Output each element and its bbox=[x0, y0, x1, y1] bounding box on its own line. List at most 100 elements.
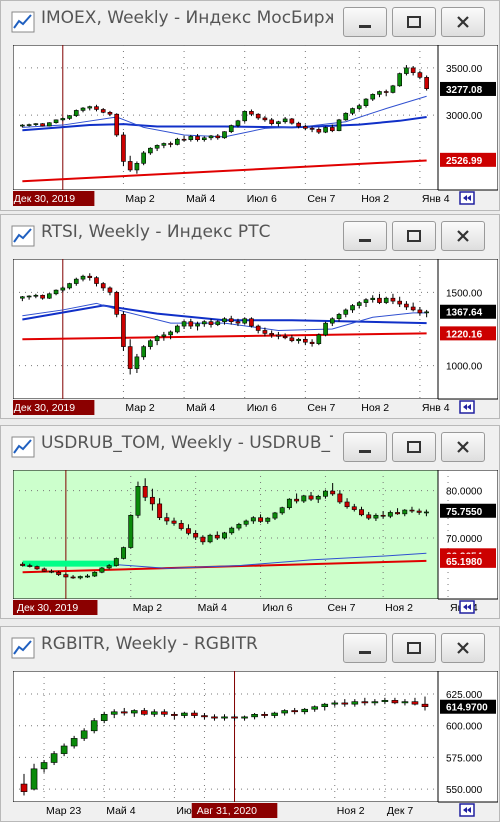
candle-body bbox=[100, 283, 106, 289]
y-tick-label: 625.000 bbox=[446, 690, 483, 701]
minimize-button[interactable] bbox=[343, 432, 387, 462]
title-bar[interactable]: USDRUB_TOM, Weekly - USDRUB_TOM bbox=[1, 426, 499, 466]
candle-body bbox=[350, 108, 355, 114]
candle-body bbox=[215, 321, 221, 325]
candle-body bbox=[20, 124, 25, 127]
scroll-to-end-button[interactable] bbox=[459, 191, 475, 205]
scroll-to-end-button[interactable] bbox=[459, 600, 475, 614]
candle-body bbox=[161, 711, 168, 715]
candle-body bbox=[168, 143, 173, 145]
candle-body bbox=[330, 490, 336, 495]
chart-line-icon bbox=[11, 436, 35, 458]
candle-body bbox=[296, 338, 301, 342]
candle-body bbox=[296, 122, 301, 127]
scroll-to-end-button[interactable] bbox=[459, 400, 475, 414]
candle-body bbox=[201, 137, 207, 141]
x-tick-label: Июл 6 bbox=[247, 402, 277, 414]
candle-body bbox=[303, 126, 308, 129]
candle-body bbox=[161, 334, 167, 337]
candle-body bbox=[60, 287, 66, 291]
candle-body bbox=[371, 701, 379, 704]
candle-body bbox=[401, 701, 409, 704]
window-title: RTSI, Weekly - Индекс РТС bbox=[41, 222, 271, 242]
candle-body bbox=[188, 136, 194, 141]
candle-body bbox=[370, 297, 376, 300]
candle-body bbox=[60, 745, 68, 754]
candle-body bbox=[164, 517, 170, 522]
candle-body bbox=[258, 517, 264, 522]
candle-body bbox=[242, 318, 248, 324]
candle-body bbox=[53, 289, 59, 295]
candle-body bbox=[130, 710, 138, 714]
price-badge-label: 1220.16 bbox=[446, 329, 483, 340]
x-tick-label: Дек 7 bbox=[387, 805, 413, 817]
candle-body bbox=[195, 323, 200, 327]
chart-area[interactable]: 625.000 600.000 575.000 550.000 Мар 23 Май 4И… bbox=[12, 670, 499, 818]
candle-body bbox=[121, 314, 126, 347]
chart-line-icon bbox=[11, 11, 35, 33]
maximize-button[interactable] bbox=[392, 7, 436, 37]
maximize-button[interactable] bbox=[392, 221, 436, 251]
candle-body bbox=[60, 118, 66, 121]
candle-body bbox=[207, 534, 213, 543]
candle-body bbox=[363, 299, 369, 303]
candle-body bbox=[222, 131, 227, 139]
candle-body bbox=[195, 136, 200, 141]
candle-body bbox=[286, 498, 292, 508]
chart-window-imoex[interactable]: IMOEX, Weekly - Индекс МосБиржи 3500.00 3… bbox=[0, 0, 500, 211]
minimize-button[interactable] bbox=[343, 7, 387, 37]
candle-body bbox=[417, 309, 423, 314]
maximize-icon bbox=[407, 230, 421, 242]
candle-body bbox=[316, 334, 322, 344]
candle-body bbox=[215, 135, 221, 139]
window-title: IMOEX, Weekly - Индекс МосБиржи bbox=[41, 8, 333, 28]
candle-body bbox=[377, 91, 382, 95]
minimize-button[interactable] bbox=[343, 221, 387, 251]
close-button[interactable] bbox=[441, 633, 485, 663]
chart-area[interactable]: 1500.00 1000.00 Мар 2 Май 4 Июл 6 Сен 7 Ноя 2 Я… bbox=[8, 258, 499, 415]
scroll-to-end-button[interactable] bbox=[459, 803, 475, 817]
candle-body bbox=[201, 321, 207, 325]
close-button[interactable] bbox=[441, 7, 485, 37]
title-bar[interactable]: RGBITR, Weekly - RGBITR bbox=[1, 627, 499, 667]
candle-body bbox=[417, 72, 423, 78]
candle-body bbox=[181, 138, 187, 141]
candle-body bbox=[383, 297, 389, 303]
candle-body bbox=[181, 712, 188, 716]
title-bar[interactable]: IMOEX, Weekly - Индекс МосБиржи bbox=[1, 1, 499, 41]
candle-body bbox=[185, 528, 191, 534]
candle-body bbox=[262, 117, 268, 121]
title-bar[interactable]: RTSI, Weekly - Индекс РТС bbox=[1, 215, 499, 255]
chart-area[interactable]: 3500.00 3000.00 Мар 2 Май 4 Июл 6 Сен 7 Ноя 2 Я… bbox=[8, 44, 499, 206]
candle-body bbox=[289, 337, 295, 342]
chart-area[interactable]: 80.000070.0000Мар 2Май 4Июл 6Сен 7Ноя 2Я… bbox=[11, 469, 499, 615]
candle-body bbox=[149, 496, 155, 505]
candle-body bbox=[188, 321, 194, 327]
minimize-icon bbox=[359, 239, 371, 242]
price-badge-label: 75.7550 bbox=[446, 507, 483, 518]
candle-body bbox=[87, 275, 93, 278]
maximize-button[interactable] bbox=[392, 432, 436, 462]
x-tick-label: Май 4 bbox=[106, 805, 135, 817]
chart-window-rtsi[interactable]: RTSI, Weekly - Индекс РТС 1500.00 1000.00… bbox=[0, 214, 500, 419]
candle-body bbox=[424, 77, 429, 89]
candle-body bbox=[395, 512, 401, 515]
chart-window-usdrub[interactable]: USDRUB_TOM, Weekly - USDRUB_TOM 80.0000 7… bbox=[0, 425, 500, 619]
candle-body bbox=[41, 568, 47, 572]
close-icon bbox=[457, 441, 469, 453]
candle-body bbox=[80, 730, 88, 739]
candle-body bbox=[56, 571, 62, 575]
maximize-button[interactable] bbox=[392, 633, 436, 663]
chart-window-rgbitr[interactable]: RGBITR, Weekly - RGBITR 625.000 600.000 57… bbox=[0, 626, 500, 822]
candle-body bbox=[351, 506, 357, 510]
maximize-icon bbox=[407, 16, 421, 28]
candle-body bbox=[380, 514, 386, 517]
minimize-button[interactable] bbox=[343, 633, 387, 663]
candle-body bbox=[67, 115, 72, 119]
y-tick-label: 70.0000 bbox=[446, 534, 483, 545]
close-button[interactable] bbox=[441, 221, 485, 251]
candle-body bbox=[404, 303, 409, 308]
candle-body bbox=[336, 119, 342, 132]
candle-body bbox=[26, 124, 32, 126]
close-button[interactable] bbox=[441, 432, 485, 462]
